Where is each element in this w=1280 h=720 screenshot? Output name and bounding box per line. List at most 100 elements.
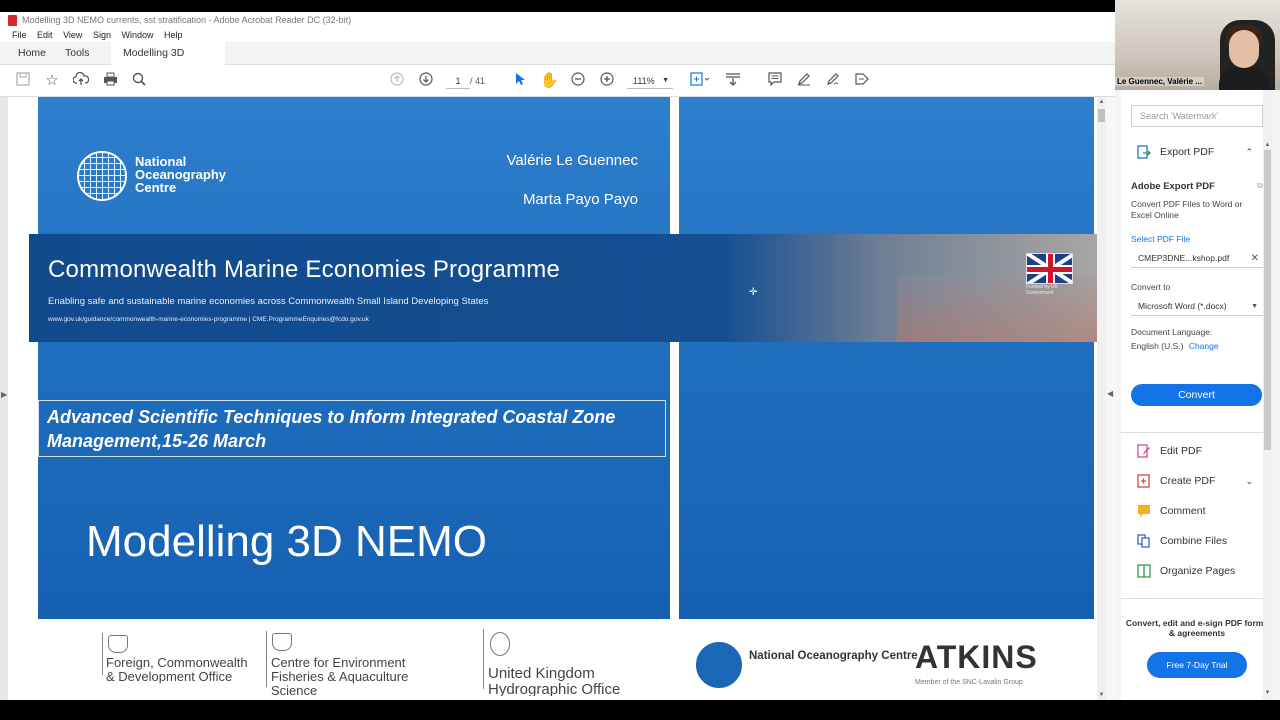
export-pdf-header[interactable]: Export PDF ⌃ xyxy=(1131,143,1263,161)
atkins-subtitle: Member of the SNC-Lavalin Group xyxy=(915,679,1023,686)
selected-file-name: CMEP3DNE...kshop.pdf xyxy=(1138,253,1230,263)
menu-bar: File Edit View Sign Window Help xyxy=(0,29,1115,42)
document-language-row: English (U.S.) Change xyxy=(1131,341,1259,352)
chevron-down-icon[interactable]: ⌄ xyxy=(1245,472,1253,490)
menu-edit[interactable]: Edit xyxy=(37,30,53,40)
hand-tool-icon[interactable]: ✋ xyxy=(540,72,559,90)
webcam-thumbnail: Le Guennec, Valérie ... xyxy=(1115,0,1280,90)
info-icon[interactable]: ⧉ xyxy=(1257,181,1263,191)
remove-file-icon[interactable]: ✕ xyxy=(1251,249,1259,268)
divider xyxy=(102,633,103,675)
noc-logo-text: National Oceanography Centre xyxy=(135,154,227,195)
ukho-logo-text: United Kingdom Hydrographic Office xyxy=(488,666,621,696)
zoom-out-icon[interactable] xyxy=(569,72,587,90)
menu-help[interactable]: Help xyxy=(164,30,183,40)
divider xyxy=(1121,432,1269,433)
tool-organize-pages-label: Organize Pages xyxy=(1160,565,1236,577)
save-icon[interactable] xyxy=(14,72,32,90)
tools-search-input[interactable]: Search 'Watermark' xyxy=(1131,105,1263,127)
menu-file[interactable]: File xyxy=(12,30,27,40)
cefas-crest-icon xyxy=(272,633,292,651)
scroll-up-icon[interactable]: ▲ xyxy=(1263,142,1272,148)
course-title: Advanced Scientific Techniques to Inform… xyxy=(47,407,616,451)
print-icon[interactable] xyxy=(101,72,119,90)
scroll-up-icon[interactable]: ▲ xyxy=(1097,99,1106,105)
tool-comment[interactable]: Comment xyxy=(1131,502,1263,520)
sign-icon[interactable] xyxy=(824,72,842,90)
tab-document[interactable]: Modelling 3D NEM...× xyxy=(111,42,225,82)
programme-banner: Commonwealth Marine Economies Programme … xyxy=(29,234,1097,342)
menu-window[interactable]: Window xyxy=(121,30,153,40)
adobe-export-desc: Convert PDF Files to Word or Excel Onlin… xyxy=(1131,199,1243,220)
share-icon[interactable] xyxy=(853,72,871,90)
search-icon[interactable] xyxy=(130,72,148,90)
comment-icon[interactable] xyxy=(766,72,784,90)
change-language-link[interactable]: Change xyxy=(1189,341,1219,351)
previous-page-icon[interactable] xyxy=(388,72,406,90)
fit-page-icon[interactable] xyxy=(688,72,712,90)
menu-sign[interactable]: Sign xyxy=(93,30,111,40)
select-pdf-file-link[interactable]: Select PDF File xyxy=(1131,234,1190,244)
tab-home[interactable]: Home xyxy=(6,42,58,65)
tools-pane-scrollbar[interactable]: ▲ ▼ xyxy=(1263,90,1272,700)
webcam-face xyxy=(1229,30,1259,68)
noc-globe-logo xyxy=(77,151,127,201)
adobe-export-heading: Adobe Export PDF xyxy=(1131,181,1215,192)
tool-comment-label: Comment xyxy=(1160,505,1206,517)
acrobat-window: Modelling 3D NEMO currents, sst stratifi… xyxy=(0,12,1115,700)
bookmark-star-icon[interactable]: ☆ xyxy=(43,72,61,90)
zoom-in-icon[interactable] xyxy=(598,72,616,90)
upload-cloud-icon[interactable] xyxy=(72,71,90,90)
scrollbar-thumb[interactable] xyxy=(1264,150,1271,450)
banner-title: Commonwealth Marine Economies Programme xyxy=(48,256,560,283)
page-total: / 41 xyxy=(470,76,486,86)
next-page-icon[interactable] xyxy=(417,72,435,90)
document-language-label: Document Language: xyxy=(1131,327,1213,337)
tool-combine-files-label: Combine Files xyxy=(1160,535,1228,547)
tool-organize-pages[interactable]: Organize Pages xyxy=(1131,562,1263,580)
right-panel-toggle[interactable]: ◀ xyxy=(1106,97,1115,700)
select-cursor-icon[interactable] xyxy=(511,72,529,90)
zoom-level-select[interactable]: 111% ▼ xyxy=(627,73,673,89)
cefas-logo-text: Centre for Environment Fisheries & Aquac… xyxy=(271,656,409,696)
convert-to-label: Convert to xyxy=(1131,282,1171,292)
tools-pane-content: Search 'Watermark' Export PDF ⌃ Adobe Ex… xyxy=(1121,90,1269,700)
acrobat-pdf-icon xyxy=(8,15,17,26)
tool-edit-pdf[interactable]: Edit PDF xyxy=(1131,442,1263,460)
chevron-up-icon[interactable]: ⌃ xyxy=(1245,143,1253,161)
free-trial-button[interactable]: Free 7-Day Trial xyxy=(1147,652,1247,678)
course-title-box: Advanced Scientific Techniques to Inform… xyxy=(38,400,666,457)
noc-globe-logo-small xyxy=(696,642,742,688)
left-panel-toggle[interactable]: ▶ xyxy=(0,97,8,700)
author-2: Marta Payo Payo xyxy=(522,191,638,208)
banner-subtitle: Enabling safe and sustainable marine eco… xyxy=(48,296,489,307)
selected-file-field[interactable]: CMEP3DNE...kshop.pdf ✕ xyxy=(1131,249,1263,268)
uk-flag-icon xyxy=(1026,253,1073,284)
crosshair-cursor-icon: ✛ xyxy=(749,287,758,298)
toolbar: ☆ 1 / 41 ✋ 111% ▼ xyxy=(0,65,1115,97)
tool-combine-files[interactable]: Combine Files xyxy=(1131,532,1263,550)
chevron-down-icon: ▼ xyxy=(1251,303,1258,310)
page-number-input[interactable]: 1 xyxy=(446,73,470,89)
convert-to-select[interactable]: Microsoft Word (*.docx) ▼ xyxy=(1131,297,1263,316)
menu-view[interactable]: View xyxy=(63,30,82,40)
convert-button[interactable]: Convert xyxy=(1131,384,1262,406)
scroll-down-icon[interactable]: ▼ xyxy=(1263,690,1272,696)
slide-panel-right xyxy=(679,97,1094,619)
scrollbar-thumb[interactable] xyxy=(1098,109,1105,122)
tool-create-pdf[interactable]: Create PDF ⌄ xyxy=(1131,472,1263,490)
highlight-pen-icon[interactable] xyxy=(795,72,813,90)
comment-tool-icon xyxy=(1136,504,1151,518)
scroll-down-icon[interactable]: ▼ xyxy=(1097,692,1106,698)
tab-tools[interactable]: Tools xyxy=(53,42,102,65)
collapse-left-icon: ◀ xyxy=(1107,389,1114,398)
title-bar: Modelling 3D NEMO currents, sst stratifi… xyxy=(0,12,1115,29)
document-language-value: English (U.S.) xyxy=(1131,341,1184,351)
scroll-mode-icon[interactable] xyxy=(724,72,742,90)
document-scrollbar[interactable]: ▲ ▼ xyxy=(1097,97,1106,700)
create-pdf-icon xyxy=(1136,474,1151,488)
author-1: Valérie Le Guennec xyxy=(506,152,638,169)
noc-logo-text-small: National Oceanography Centre xyxy=(749,650,918,662)
export-pdf-icon xyxy=(1136,145,1151,159)
webcam-participant-name: Le Guennec, Valérie ... xyxy=(1115,77,1204,86)
